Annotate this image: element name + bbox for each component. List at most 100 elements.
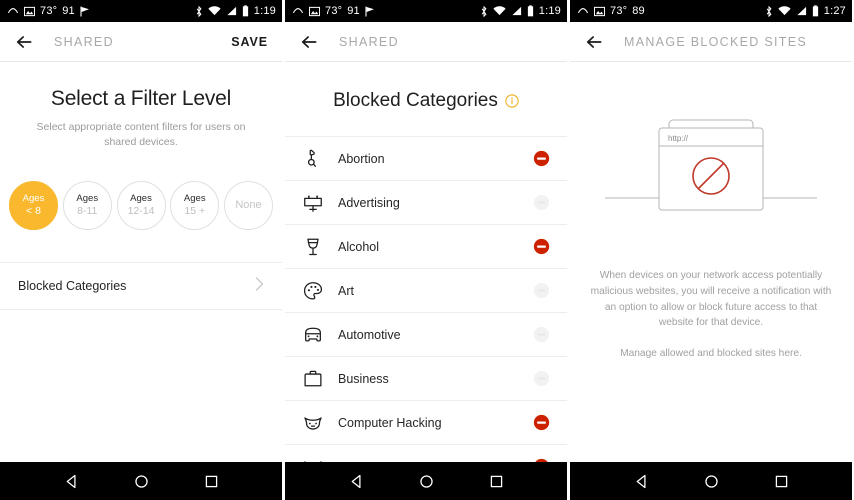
app-bar: MANAGE BLOCKED SITES <box>570 22 852 62</box>
list-item[interactable]: Advertising <box>285 181 567 225</box>
blocked-website-illustration: http:// <box>570 108 852 228</box>
status-bar-left: 73° 91 <box>292 5 375 17</box>
illustration-url-label: http:// <box>668 134 689 143</box>
nav-recents-icon[interactable] <box>203 473 220 490</box>
status-temperature: 73° <box>610 5 628 17</box>
blocked-categories-row[interactable]: Blocked Categories <box>0 262 282 311</box>
wifi-icon <box>493 6 506 16</box>
status-battery-percent: 91 <box>62 5 75 17</box>
status-bar-right: 1:19 <box>195 5 276 17</box>
signal-icon <box>511 6 522 16</box>
age-option-line2: < 8 <box>26 205 41 218</box>
hangouts-icon <box>577 5 589 17</box>
category-label: Automotive <box>338 327 401 342</box>
nav-home-icon[interactable] <box>418 473 435 490</box>
age-option-12-14[interactable]: Ages 12-14 <box>116 181 166 231</box>
age-option-line1: None <box>235 199 262 212</box>
app-bar-title: SHARED <box>54 34 114 49</box>
nav-bar <box>285 462 567 500</box>
partial-icon <box>302 456 324 462</box>
age-option-8-11[interactable]: Ages 8-11 <box>62 181 112 231</box>
status-bar: 73° 91 1:19 <box>0 0 282 22</box>
status-bar-right: 1:27 <box>765 5 846 17</box>
nav-back-icon[interactable] <box>63 473 80 490</box>
list-item[interactable]: Abortion <box>285 137 567 181</box>
nav-home-icon[interactable] <box>703 473 720 490</box>
app-bar: SHARED <box>285 22 567 62</box>
blocked-toggle-allowed[interactable] <box>533 194 550 211</box>
status-bar: 73° 91 1:19 <box>285 0 567 22</box>
panel-body-blocked-categories: Blocked Categories Abortion Advertising … <box>285 62 567 462</box>
category-list: Abortion Advertising Alcohol Art Automot… <box>285 136 567 462</box>
list-item-partial[interactable] <box>285 445 567 462</box>
screenshot-icon <box>594 6 605 17</box>
billboard-icon <box>302 192 324 214</box>
info-icon[interactable] <box>505 94 519 108</box>
panel-body-filter-level: Select a Filter Level Select appropriate… <box>0 62 282 462</box>
age-option-none[interactable]: None <box>224 181 273 231</box>
three-panel-screenshot: 73° 91 1:19 SHARED SAVE Select a Filter … <box>0 0 854 500</box>
page-title: Select a Filter Level <box>50 87 232 110</box>
info-paragraph: When devices on your network access pote… <box>590 270 832 329</box>
nav-recents-icon[interactable] <box>488 473 505 490</box>
battery-icon <box>812 5 819 17</box>
save-button[interactable]: SAVE <box>231 35 268 49</box>
age-option-line2: 12-14 <box>127 205 155 218</box>
list-item[interactable]: Automotive <box>285 313 567 357</box>
blocked-toggle-blocked[interactable] <box>533 414 550 431</box>
flag-icon <box>365 6 375 17</box>
nav-back-icon[interactable] <box>348 473 365 490</box>
blocked-toggle-allowed[interactable] <box>533 326 550 343</box>
status-bar-right: 1:19 <box>480 5 561 17</box>
screenshot-icon <box>309 6 320 17</box>
app-bar-title: MANAGE BLOCKED SITES <box>624 34 807 49</box>
category-label: Alcohol <box>338 239 379 254</box>
back-arrow-icon[interactable] <box>299 32 319 52</box>
signal-icon <box>226 6 237 16</box>
list-item[interactable]: Alcohol <box>285 225 567 269</box>
page-subtitle: Select appropriate content filters for u… <box>36 121 246 149</box>
list-item[interactable]: Computer Hacking <box>285 401 567 445</box>
info-paragraph-secondary: Manage allowed and blocked sites here. <box>620 348 802 360</box>
hangouts-icon <box>292 5 304 17</box>
status-time: 1:27 <box>823 5 846 17</box>
blocked-toggle-allowed[interactable] <box>533 282 550 299</box>
category-label: Advertising <box>338 195 400 210</box>
status-time: 1:19 <box>253 5 276 17</box>
bluetooth-icon <box>765 5 773 17</box>
status-temperature: 73° <box>40 5 58 17</box>
status-bar-left: 73° 91 <box>7 5 90 17</box>
blocked-categories-label: Blocked Categories <box>18 279 127 294</box>
list-item[interactable]: Business <box>285 357 567 401</box>
age-option-15-plus[interactable]: Ages 15 + <box>170 181 220 231</box>
nav-home-icon[interactable] <box>133 473 150 490</box>
blocked-toggle-blocked[interactable] <box>533 150 550 167</box>
car-icon <box>302 324 324 346</box>
battery-icon <box>242 5 249 17</box>
age-filter-options: Ages < 8 Ages 8-11 Ages 12-14 Ages 15 + … <box>0 181 282 231</box>
age-option-under-8[interactable]: Ages < 8 <box>9 181 58 231</box>
hangouts-icon <box>7 5 19 17</box>
blocked-toggle-blocked[interactable] <box>533 458 550 462</box>
panel-manage-blocked-sites: 73° 89 1:27 MANAGE BLOCKED SITES http://… <box>570 0 852 500</box>
age-option-line1: Ages <box>76 193 99 205</box>
briefcase-icon <box>302 368 324 390</box>
back-arrow-icon[interactable] <box>14 32 34 52</box>
panel-blocked-categories: 73° 91 1:19 SHARED Blocked Categories Ab… <box>285 0 567 500</box>
category-label: Abortion <box>338 151 385 166</box>
blocked-toggle-allowed[interactable] <box>533 370 550 387</box>
nav-bar <box>570 462 852 500</box>
bluetooth-icon <box>195 5 203 17</box>
page-title-wrap: Blocked Categories <box>285 90 567 112</box>
list-item[interactable]: Art <box>285 269 567 313</box>
nav-back-icon[interactable] <box>633 473 650 490</box>
wifi-icon <box>208 6 221 16</box>
app-bar: SHARED SAVE <box>0 22 282 62</box>
signal-icon <box>796 6 807 16</box>
age-option-line1: Ages <box>130 193 152 205</box>
status-bar: 73° 89 1:27 <box>570 0 852 22</box>
back-arrow-icon[interactable] <box>584 32 604 52</box>
nav-recents-icon[interactable] <box>773 473 790 490</box>
blocked-toggle-blocked[interactable] <box>533 238 550 255</box>
app-bar-title: SHARED <box>339 34 399 49</box>
